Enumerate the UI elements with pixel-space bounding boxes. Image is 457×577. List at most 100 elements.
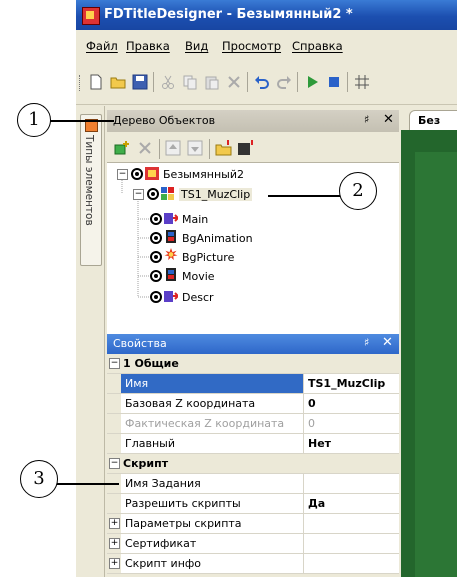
tree-node-bgpicture[interactable]: BgPicture bbox=[107, 248, 307, 266]
play-icon[interactable] bbox=[304, 74, 320, 90]
film-icon bbox=[166, 230, 176, 243]
tree-item-label: Main bbox=[182, 213, 209, 226]
tree-node-descr[interactable]: Descr bbox=[107, 288, 307, 306]
visibility-eye-icon[interactable] bbox=[150, 213, 162, 225]
collapse-toggle[interactable]: − bbox=[109, 458, 120, 469]
property-row-base-z[interactable]: Базовая Z координата 0 bbox=[107, 394, 399, 414]
visibility-eye-icon[interactable] bbox=[147, 188, 159, 200]
collapse-toggle[interactable]: − bbox=[133, 189, 144, 200]
collapse-toggle[interactable]: − bbox=[109, 358, 120, 369]
stop-icon[interactable] bbox=[326, 74, 342, 90]
canvas-frame bbox=[415, 152, 457, 577]
expand-toggle[interactable]: + bbox=[109, 538, 120, 549]
tree-node-main[interactable]: Main bbox=[107, 210, 307, 228]
collapse-toggle[interactable]: − bbox=[117, 169, 128, 180]
menu-help[interactable]: Справка bbox=[292, 39, 343, 53]
text-object-icon bbox=[164, 213, 178, 224]
picture-star-icon bbox=[164, 248, 178, 261]
menu-file[interactable]: Файл bbox=[86, 39, 118, 53]
menu-edit[interactable]: Правка bbox=[126, 39, 170, 53]
element-types-tab[interactable]: Типы элементов bbox=[80, 114, 102, 266]
toolbar-separator bbox=[209, 139, 210, 159]
app-window: FDTitleDesigner - Безымянный2 * Файл Пра… bbox=[76, 0, 457, 577]
document-tab-label: Без bbox=[418, 114, 441, 127]
object-tree-title: Дерево Объектов bbox=[113, 114, 216, 127]
copy-icon[interactable] bbox=[182, 74, 198, 90]
load-template-icon[interactable] bbox=[215, 140, 233, 156]
document-tab[interactable]: Без bbox=[409, 110, 457, 131]
property-value[interactable]: 0 bbox=[308, 397, 316, 410]
menu-preview[interactable]: Просмотр bbox=[222, 39, 281, 53]
properties-title: Свойства bbox=[113, 337, 167, 350]
move-up-icon[interactable] bbox=[165, 140, 181, 156]
callout-3: 3 bbox=[20, 460, 58, 498]
tree-node-root[interactable]: − Безымянный2 bbox=[107, 165, 307, 183]
tree-item-label: Movie bbox=[182, 270, 215, 283]
redo-icon[interactable] bbox=[276, 74, 292, 90]
properties-header[interactable]: Свойства ♯ ✕ bbox=[107, 334, 399, 354]
property-row-certificate[interactable]: + Сертификат bbox=[107, 534, 399, 554]
property-row-allow-scripts[interactable]: Разрешить скрипты Да bbox=[107, 494, 399, 514]
expand-toggle[interactable]: + bbox=[109, 518, 120, 529]
remove-object-icon[interactable] bbox=[137, 140, 153, 156]
tree-node-bganimation[interactable]: BgAnimation bbox=[107, 229, 307, 247]
expand-toggle[interactable]: + bbox=[109, 558, 120, 569]
property-value[interactable]: Да bbox=[308, 497, 325, 510]
menu-bar: Файл Правка Вид Просмотр Справка bbox=[76, 30, 457, 62]
undo-icon[interactable] bbox=[254, 74, 270, 90]
save-icon[interactable] bbox=[132, 74, 148, 90]
tree-node-movie[interactable]: Movie bbox=[107, 267, 307, 285]
visibility-eye-icon[interactable] bbox=[150, 251, 162, 263]
pin-icon[interactable]: ♯ bbox=[364, 336, 369, 349]
property-row-script-info[interactable]: + Скрипт инфо bbox=[107, 554, 399, 574]
object-tree-toolbar bbox=[107, 136, 399, 162]
window-title: FDTitleDesigner - Безымянный2 * bbox=[104, 7, 353, 22]
main-toolbar bbox=[76, 62, 457, 105]
title-bar[interactable]: FDTitleDesigner - Безымянный2 * bbox=[76, 0, 457, 30]
property-key: Главный bbox=[125, 437, 175, 450]
film-icon bbox=[166, 268, 176, 281]
visibility-eye-icon[interactable] bbox=[150, 291, 162, 303]
close-icon[interactable]: ✕ bbox=[383, 112, 394, 127]
category-label: Скрипт bbox=[123, 457, 169, 470]
tree-root-label: Безымянный2 bbox=[163, 168, 244, 181]
add-object-icon[interactable] bbox=[113, 140, 131, 156]
property-row-main[interactable]: Главный Нет bbox=[107, 434, 399, 454]
close-icon[interactable]: ✕ bbox=[382, 335, 393, 350]
property-key: Имя Задания bbox=[125, 477, 201, 490]
design-canvas[interactable] bbox=[401, 130, 457, 577]
property-value[interactable]: TS1_MuzClip bbox=[308, 377, 385, 390]
property-value[interactable]: Нет bbox=[308, 437, 331, 450]
menu-view[interactable]: Вид bbox=[185, 39, 208, 53]
property-key: Имя bbox=[125, 377, 149, 390]
callout-leader-3 bbox=[55, 483, 119, 485]
tree-item-label: BgAnimation bbox=[182, 232, 253, 245]
property-row-task-name[interactable]: Имя Задания bbox=[107, 474, 399, 494]
visibility-eye-icon[interactable] bbox=[131, 168, 143, 180]
category-row-script[interactable]: − Скрипт bbox=[107, 454, 399, 474]
pin-icon[interactable]: ♯ bbox=[364, 113, 369, 126]
toolbar-separator bbox=[347, 72, 348, 92]
toolbar-separator bbox=[297, 72, 298, 92]
object-tree-header[interactable]: Дерево Объектов ♯ ✕ bbox=[107, 110, 399, 132]
tree-clip-label: TS1_MuzClip bbox=[179, 188, 253, 201]
property-row-name[interactable]: Имя TS1_MuzClip bbox=[107, 374, 399, 394]
grid-icon[interactable] bbox=[354, 74, 370, 90]
property-key: Параметры скрипта bbox=[125, 517, 242, 530]
tree-node-clip[interactable]: − TS1_MuzClip bbox=[107, 185, 337, 203]
visibility-eye-icon[interactable] bbox=[150, 270, 162, 282]
visibility-eye-icon[interactable] bbox=[150, 232, 162, 244]
property-key: Фактическая Z координата bbox=[125, 417, 285, 430]
move-down-icon[interactable] bbox=[187, 140, 203, 156]
toolbar-grip[interactable] bbox=[79, 75, 83, 91]
tree-item-label: BgPicture bbox=[182, 251, 235, 264]
save-template-icon[interactable] bbox=[237, 140, 255, 156]
open-folder-icon[interactable] bbox=[110, 74, 126, 90]
cut-icon[interactable] bbox=[160, 74, 176, 90]
paste-icon[interactable] bbox=[204, 74, 220, 90]
category-row-general[interactable]: − 1 Общие bbox=[107, 354, 399, 374]
delete-icon[interactable] bbox=[226, 74, 242, 90]
new-file-icon[interactable] bbox=[88, 74, 104, 90]
toolbar-separator bbox=[153, 72, 154, 92]
property-row-script-params[interactable]: + Параметры скрипта bbox=[107, 514, 399, 534]
